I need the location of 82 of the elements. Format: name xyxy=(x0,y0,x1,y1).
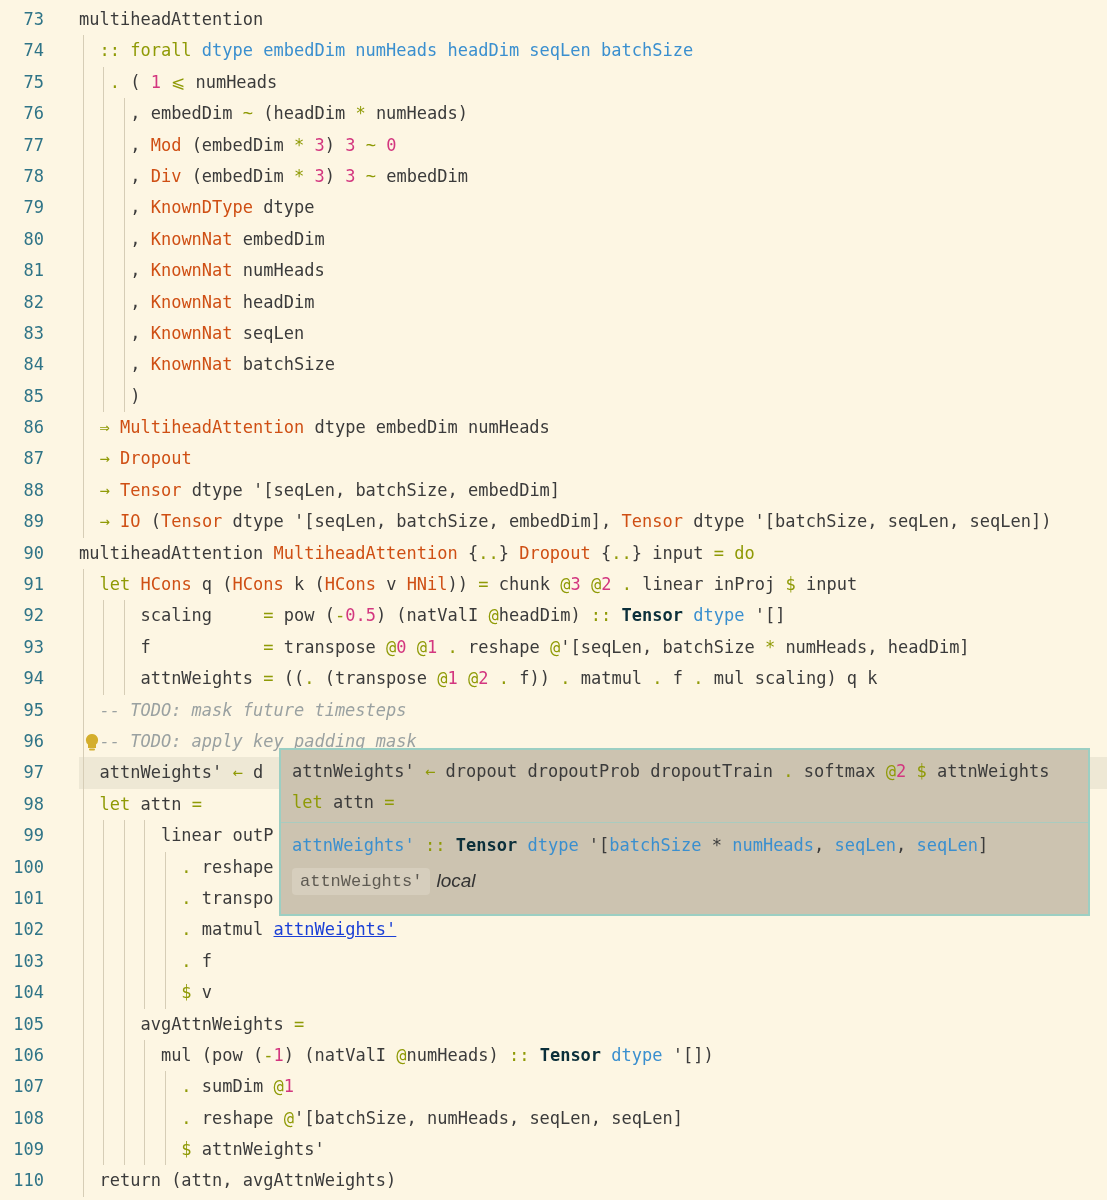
line-number: 91 xyxy=(22,573,44,597)
code-line: scaling = pow (-0.5) (natValI @headDim) :: Tensor dtype '[] xyxy=(140,604,786,628)
code-line: , Mod (embedDim * 3) 3 ~ 0 xyxy=(130,133,397,157)
line-number: 81 xyxy=(22,259,44,283)
code-line: avgAttnWeights = xyxy=(140,1012,305,1036)
code-line: multiheadAttention xyxy=(79,8,264,31)
line-number: 73 xyxy=(22,8,44,31)
code-line: → Dropout xyxy=(99,447,192,471)
line-number: 78 xyxy=(22,164,44,188)
scope-label: local xyxy=(436,869,476,893)
code-line: . transpo xyxy=(181,886,274,910)
line-number: 85 xyxy=(22,384,44,408)
code-line: ) xyxy=(130,384,141,408)
code-line: → Tensor dtype '[seqLen, batchSize, embedDim] xyxy=(99,478,561,502)
code-line: , KnownDType dtype xyxy=(130,196,315,220)
line-number: 110 xyxy=(12,1169,44,1193)
line-number: 89 xyxy=(22,510,44,534)
code-line: . sumDim @1 xyxy=(181,1075,294,1099)
code-line: $ v xyxy=(181,981,213,1005)
line-number: 93 xyxy=(22,635,44,659)
line-number: 88 xyxy=(22,478,44,502)
code-line: let HCons q (HCons k (HCons v HNil)) = chunk @3 @2 . linear inProj $ input xyxy=(99,573,858,597)
code-line: $ attnWeights' xyxy=(181,1138,325,1162)
line-number: 76 xyxy=(22,102,44,126)
line-number: 94 xyxy=(22,667,44,691)
line-number: 105 xyxy=(12,1012,44,1036)
code-link[interactable]: attnWeights' xyxy=(273,919,397,940)
code-line: let attn = xyxy=(99,792,202,816)
code-line: let attn = xyxy=(292,791,396,814)
code-line: linear outP xyxy=(160,824,274,848)
code-line: return (attn, avgAttnWeights) xyxy=(99,1169,397,1193)
code-line: attnWeights' ← d xyxy=(99,761,264,785)
code-line: , KnownNat batchSize xyxy=(130,353,335,377)
line-number: 107 xyxy=(12,1075,44,1099)
line-number: 82 xyxy=(22,290,44,314)
code-line: → IO (Tensor dtype '[seqLen, batchSize, embedDim], Tensor dtype '[batchSize, seqLen, seqLen]) xyxy=(99,510,1052,534)
line-number: 108 xyxy=(12,1106,44,1130)
code-line: :: forall dtype embedDim numHeads headDim seqLen batchSize xyxy=(99,39,694,63)
code-line: . reshape xyxy=(181,855,274,879)
line-number: 86 xyxy=(22,416,44,440)
code-line: . matmul attnWeights' xyxy=(181,918,397,942)
line-number: 77 xyxy=(22,133,44,157)
line-number: 96 xyxy=(22,730,44,753)
line-number: 87 xyxy=(22,447,44,471)
line-number: 100 xyxy=(12,855,44,879)
code-line: , KnownNat numHeads xyxy=(130,259,325,283)
code-line: f = transpose @0 @1 . reshape @'[seqLen, batchSize * numHeads, headDim] xyxy=(140,635,970,659)
line-number: 84 xyxy=(22,353,44,377)
code-line: , KnownNat seqLen xyxy=(130,321,305,345)
line-number: 99 xyxy=(22,824,44,848)
line-number: 97 xyxy=(22,761,44,785)
line-number: 79 xyxy=(22,196,44,220)
code-line: attnWeights = ((. (transpose @1 @2 . f)) . matmul . f . mul scaling) q k xyxy=(140,667,878,691)
symbol-name: attnWeights' xyxy=(292,867,431,895)
line-number: 102 xyxy=(12,918,44,942)
line-number: 101 xyxy=(12,886,44,910)
line-number: 95 xyxy=(22,698,44,722)
code-line: , Div (embedDim * 3) 3 ~ embedDim xyxy=(130,164,469,188)
line-number: 98 xyxy=(22,792,44,816)
code-line: multiheadAttention MultiheadAttention {..} Dropout {..} input = do xyxy=(79,541,755,565)
line-number: 92 xyxy=(22,604,44,628)
type-signature: attnWeights' :: Tensor dtype '[batchSize * numHeads, seqLen, seqLen] xyxy=(292,834,990,857)
line-number: 83 xyxy=(22,321,44,345)
code-line: ⇒ MultiheadAttention dtype embedDim numHeads xyxy=(99,416,550,440)
line-number: 104 xyxy=(12,981,44,1005)
code-line: attnWeights' ← dropout dropoutProb dropoutTrain . softmax @2 $ attnWeights xyxy=(292,760,1051,783)
line-number: 103 xyxy=(12,949,44,973)
line-number: 109 xyxy=(12,1138,44,1162)
code-line: . f xyxy=(181,949,213,973)
code-line: , embedDim ~ (headDim * numHeads) xyxy=(130,102,468,126)
line-number: 80 xyxy=(22,227,44,251)
code-line: . ( 1 ⩽ numHeads xyxy=(109,70,278,94)
code-line: , KnownNat embedDim xyxy=(130,227,325,251)
code-line: , KnownNat headDim xyxy=(130,290,315,314)
lightbulb-icon[interactable] xyxy=(85,733,100,751)
line-number: 90 xyxy=(22,541,44,565)
line-number: 74 xyxy=(22,39,44,63)
line-number: 106 xyxy=(12,1043,44,1067)
line-number: 75 xyxy=(22,70,44,94)
code-line: mul (pow (-1) (natValI @numHeads) :: Tensor dtype '[]) xyxy=(160,1043,714,1067)
code-line: -- TODO: mask future timesteps xyxy=(99,698,407,722)
code-line: . reshape @'[batchSize, numHeads, seqLen, seqLen] xyxy=(181,1106,683,1130)
